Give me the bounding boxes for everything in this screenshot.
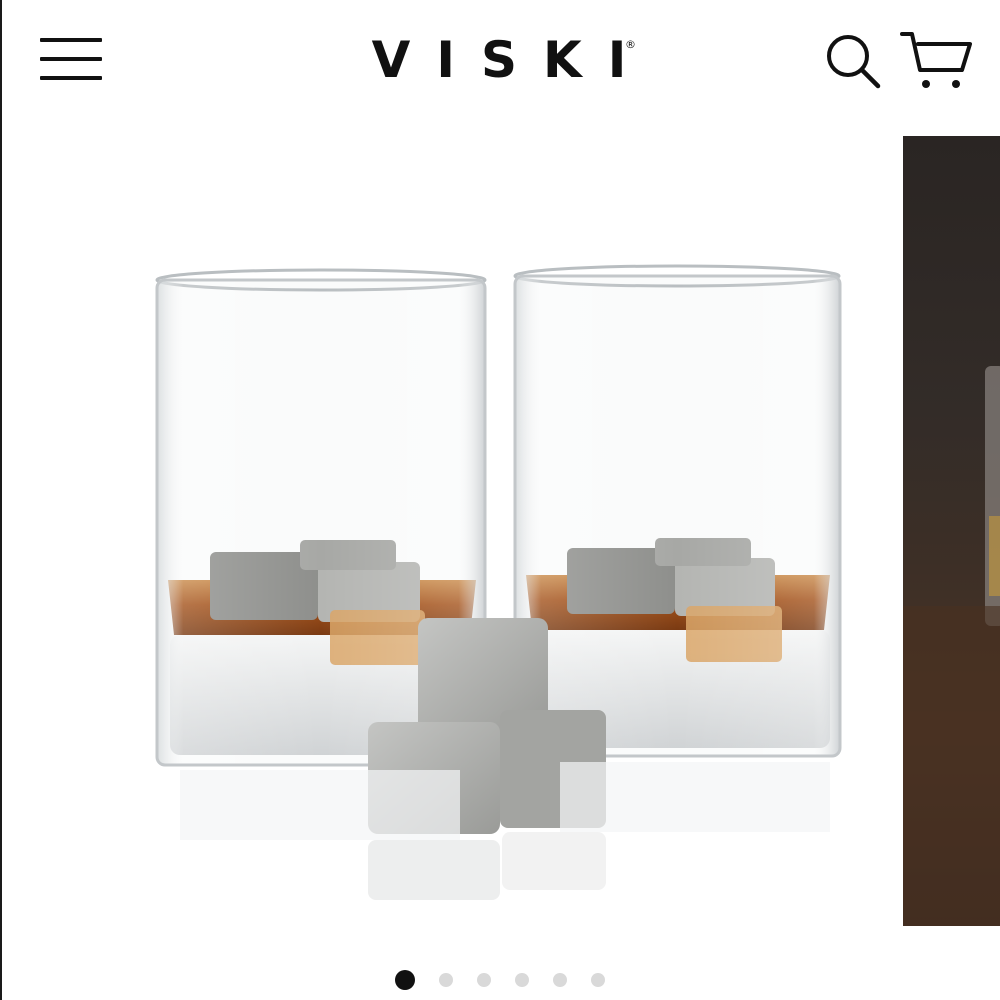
carousel-pagination [0, 968, 1000, 992]
logo-text: VISKI [371, 31, 653, 89]
right-glass [513, 264, 842, 758]
brand-logo[interactable]: VISKI ® [360, 30, 650, 90]
product-image-whiskey-glasses[interactable] [0, 130, 900, 930]
site-header: VISKI ® [0, 0, 1000, 120]
next-product-image-preview[interactable] [903, 136, 1000, 926]
search-icon[interactable] [822, 30, 882, 90]
carousel-dot-4[interactable] [515, 973, 529, 987]
hamburger-menu-icon[interactable] [40, 38, 102, 82]
product-image-carousel[interactable] [0, 130, 1000, 930]
cart-icon[interactable] [900, 28, 974, 92]
menu-line [40, 57, 102, 61]
carousel-dot-6[interactable] [591, 973, 605, 987]
carousel-dot-5[interactable] [553, 973, 567, 987]
carousel-dot-1[interactable] [395, 970, 415, 990]
carousel-dot-3[interactable] [477, 973, 491, 987]
menu-line [40, 38, 102, 42]
registered-mark: ® [625, 38, 636, 51]
product-page: VISKI ® [0, 0, 1000, 1000]
menu-line [40, 76, 102, 80]
carousel-dot-2[interactable] [439, 973, 453, 987]
